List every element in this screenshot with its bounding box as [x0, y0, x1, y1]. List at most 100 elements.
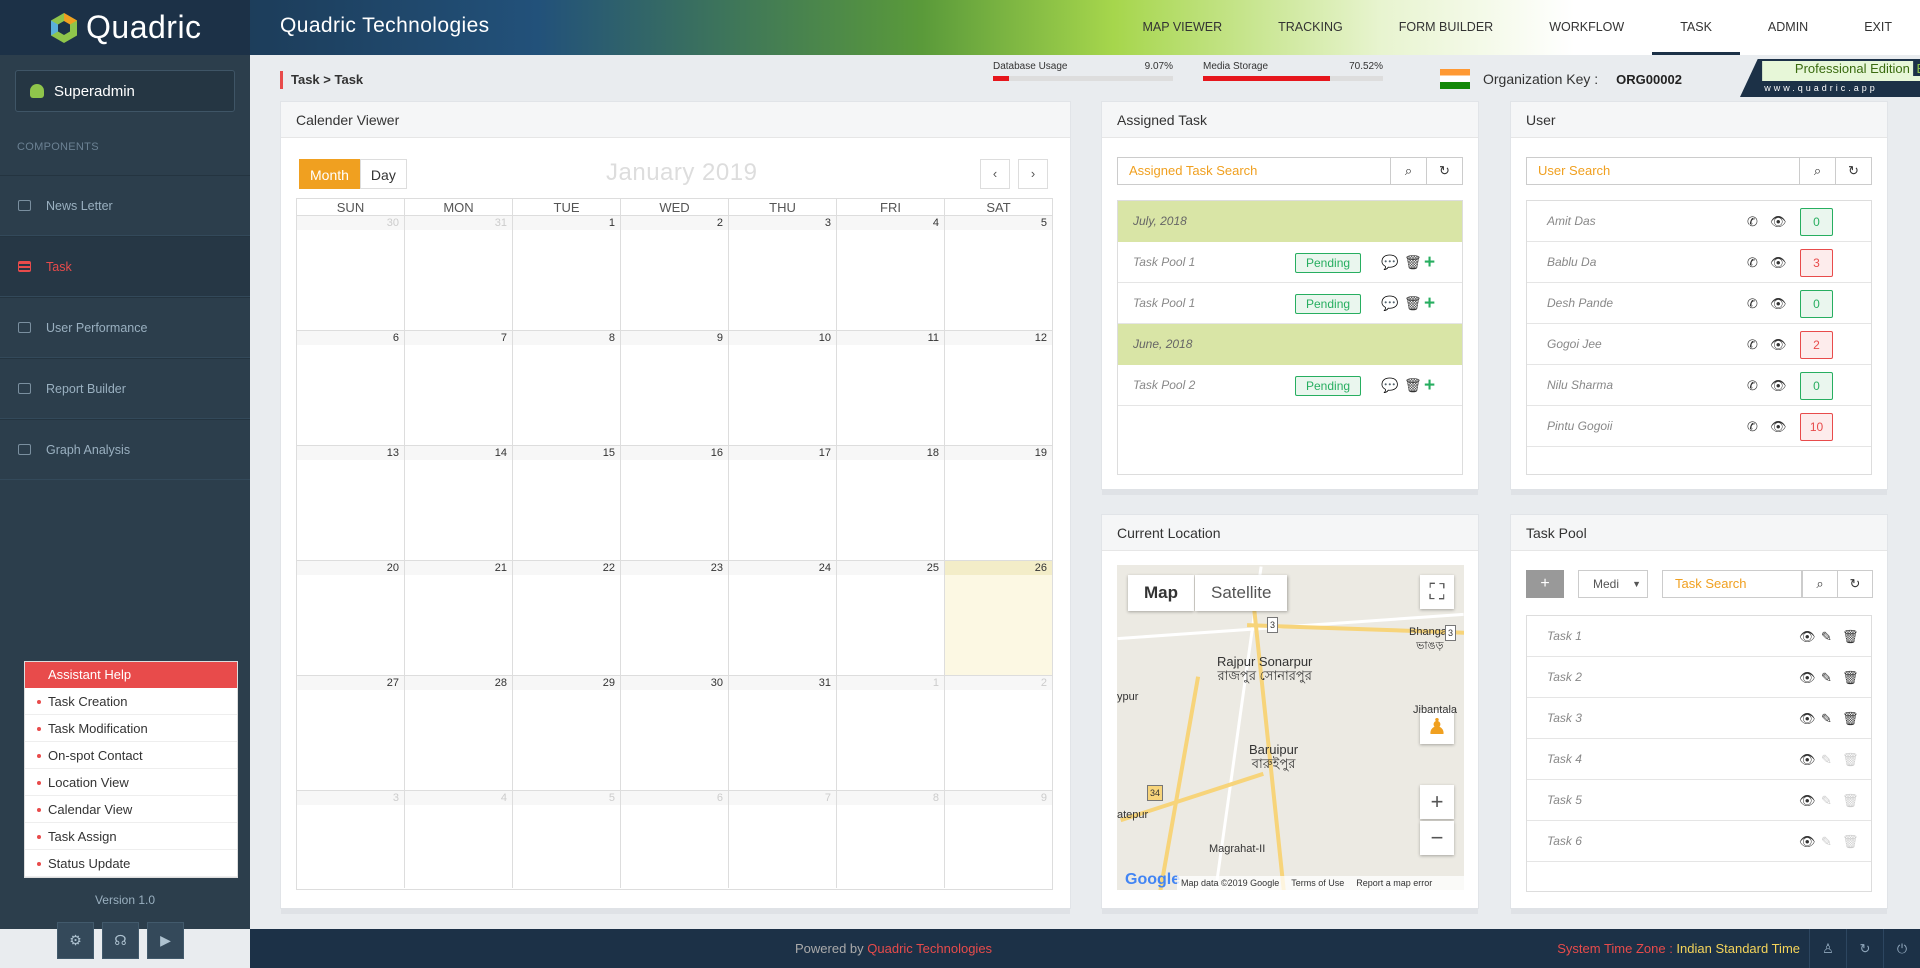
- help-status-update[interactable]: Status Update: [25, 850, 237, 877]
- calendar-day-cell[interactable]: 15: [513, 446, 621, 560]
- calendar-day-cell[interactable]: 1: [837, 676, 945, 790]
- trash-icon[interactable]: 🗑: [1404, 242, 1422, 283]
- calendar-day-cell[interactable]: 3: [297, 791, 405, 888]
- sidebar-item-user-performance[interactable]: User Performance: [0, 297, 250, 358]
- day-view-button[interactable]: Day: [359, 159, 407, 189]
- calendar-day-cell[interactable]: 4: [837, 216, 945, 330]
- task-search-input[interactable]: Task Search: [1662, 570, 1802, 598]
- refresh-icon[interactable]: ↻: [1837, 570, 1873, 598]
- calendar-day-cell[interactable]: 10: [729, 331, 837, 445]
- add-task-button[interactable]: +: [1526, 570, 1564, 598]
- trash-icon[interactable]: 🗑: [1842, 616, 1859, 657]
- calendar-day-cell[interactable]: 8: [513, 331, 621, 445]
- user-row[interactable]: Gogoi Jee ✆ 👁 2: [1527, 324, 1871, 365]
- eye-icon[interactable]: 👁: [1770, 242, 1787, 283]
- prev-month-button[interactable]: ‹: [980, 159, 1010, 189]
- trash-icon[interactable]: 🗑: [1842, 698, 1859, 739]
- eye-icon[interactable]: 👁: [1799, 821, 1816, 862]
- next-month-button[interactable]: ›: [1018, 159, 1048, 189]
- eye-icon[interactable]: 👁: [1799, 657, 1816, 698]
- calendar-day-cell[interactable]: 30: [297, 216, 405, 330]
- powered-by-brand[interactable]: Quadric Technologies: [867, 941, 992, 956]
- trash-icon[interactable]: 🗑: [1842, 739, 1859, 780]
- calendar-day-cell[interactable]: 7: [729, 791, 837, 888]
- eye-icon[interactable]: 👁: [1770, 324, 1787, 365]
- headset-icon[interactable]: ☊: [102, 922, 139, 959]
- help-on-spot-contact[interactable]: On-spot Contact: [25, 742, 237, 769]
- calendar-day-cell[interactable]: 3: [729, 216, 837, 330]
- task-pool-row[interactable]: Task 5 👁 ✎ 🗑: [1527, 780, 1871, 821]
- search-icon[interactable]: ⌕: [1391, 157, 1427, 185]
- calendar-day-cell[interactable]: 24: [729, 561, 837, 675]
- calendar-day-cell[interactable]: 19: [945, 446, 1052, 560]
- pencil-icon[interactable]: ✎: [1821, 821, 1832, 862]
- trash-icon[interactable]: 🗑: [1404, 283, 1422, 324]
- user-row[interactable]: Amit Das ✆ 👁 0: [1527, 201, 1871, 242]
- calendar-day-cell[interactable]: 29: [513, 676, 621, 790]
- calendar-day-cell[interactable]: 6: [621, 791, 729, 888]
- trash-icon[interactable]: 🗑: [1842, 657, 1859, 698]
- pencil-icon[interactable]: ✎: [1821, 780, 1832, 821]
- priority-select[interactable]: Medi ▼: [1578, 570, 1648, 598]
- nav-workflow[interactable]: WORKFLOW: [1521, 0, 1652, 55]
- calendar-day-cell[interactable]: 25: [837, 561, 945, 675]
- eye-icon[interactable]: 👁: [1799, 780, 1816, 821]
- calendar-day-cell[interactable]: 22: [513, 561, 621, 675]
- assigned-task-row[interactable]: Task Pool 1 Pending 💬 🗑 +: [1118, 283, 1462, 324]
- eye-icon[interactable]: 👁: [1799, 698, 1816, 739]
- satellite-tab[interactable]: Satellite: [1195, 575, 1288, 611]
- assigned-task-row[interactable]: Task Pool 2 Pending 💬 🗑 +: [1118, 365, 1462, 406]
- user-profile-button[interactable]: Superadmin: [15, 70, 235, 112]
- calendar-day-cell[interactable]: 1: [513, 216, 621, 330]
- calendar-day-cell[interactable]: 14: [405, 446, 513, 560]
- calendar-day-cell[interactable]: 21: [405, 561, 513, 675]
- phone-icon[interactable]: ✆: [1747, 324, 1758, 365]
- assigned-task-row[interactable]: Task Pool 1 Pending 💬 🗑 +: [1118, 242, 1462, 283]
- help-calendar-view[interactable]: Calendar View: [25, 796, 237, 823]
- play-icon[interactable]: ▶: [147, 922, 184, 959]
- task-count-badge[interactable]: 10: [1800, 413, 1833, 441]
- eye-icon[interactable]: 👁: [1799, 739, 1816, 780]
- calendar-day-cell[interactable]: 18: [837, 446, 945, 560]
- plus-icon[interactable]: +: [1424, 283, 1435, 324]
- terms-of-use-link[interactable]: Terms of Use: [1291, 876, 1344, 890]
- pencil-icon[interactable]: ✎: [1821, 657, 1832, 698]
- settings-icon[interactable]: ⚙: [57, 922, 94, 959]
- trash-icon[interactable]: 🗑: [1842, 821, 1859, 862]
- calendar-day-cell[interactable]: 9: [621, 331, 729, 445]
- comment-icon[interactable]: 💬: [1381, 365, 1398, 406]
- pencil-icon[interactable]: ✎: [1821, 698, 1832, 739]
- calendar-day-cell[interactable]: 30: [621, 676, 729, 790]
- task-count-badge[interactable]: 2: [1800, 331, 1833, 359]
- fullscreen-icon[interactable]: ⛶: [1420, 575, 1454, 609]
- plus-icon[interactable]: +: [1424, 365, 1435, 406]
- user-icon[interactable]: ♙: [1809, 929, 1846, 968]
- month-view-button[interactable]: Month: [299, 159, 360, 189]
- calendar-day-cell[interactable]: 20: [297, 561, 405, 675]
- sidebar-item-report-builder[interactable]: Report Builder: [0, 358, 250, 419]
- task-pool-row[interactable]: Task 1 👁 ✎ 🗑: [1527, 616, 1871, 657]
- task-count-badge[interactable]: 0: [1800, 372, 1833, 400]
- nav-tracking[interactable]: TRACKING: [1250, 0, 1371, 55]
- calendar-day-cell[interactable]: 23: [621, 561, 729, 675]
- pencil-icon[interactable]: ✎: [1821, 616, 1832, 657]
- phone-icon[interactable]: ✆: [1747, 406, 1758, 447]
- zoom-in-icon[interactable]: +: [1420, 785, 1454, 819]
- user-search-input[interactable]: User Search: [1526, 157, 1800, 185]
- task-count-badge[interactable]: 0: [1800, 290, 1833, 318]
- calendar-day-cell[interactable]: 28: [405, 676, 513, 790]
- location-map[interactable]: Map Satellite ⛶ ♟ + − Rajpur Sonarpur রাজ…: [1117, 565, 1464, 890]
- phone-icon[interactable]: ✆: [1747, 365, 1758, 406]
- eye-icon[interactable]: 👁: [1770, 283, 1787, 324]
- assistant-help-title[interactable]: Assistant Help: [25, 662, 237, 688]
- comment-icon[interactable]: 💬: [1381, 283, 1398, 324]
- trash-icon[interactable]: 🗑: [1842, 780, 1859, 821]
- calendar-day-cell[interactable]: 11: [837, 331, 945, 445]
- eye-icon[interactable]: 👁: [1770, 201, 1787, 242]
- trash-icon[interactable]: 🗑: [1404, 365, 1422, 406]
- search-icon[interactable]: ⌕: [1802, 570, 1838, 598]
- calendar-day-cell[interactable]: 2: [621, 216, 729, 330]
- nav-admin[interactable]: ADMIN: [1740, 0, 1836, 55]
- nav-task[interactable]: TASK: [1652, 0, 1740, 55]
- task-pool-row[interactable]: Task 2 👁 ✎ 🗑: [1527, 657, 1871, 698]
